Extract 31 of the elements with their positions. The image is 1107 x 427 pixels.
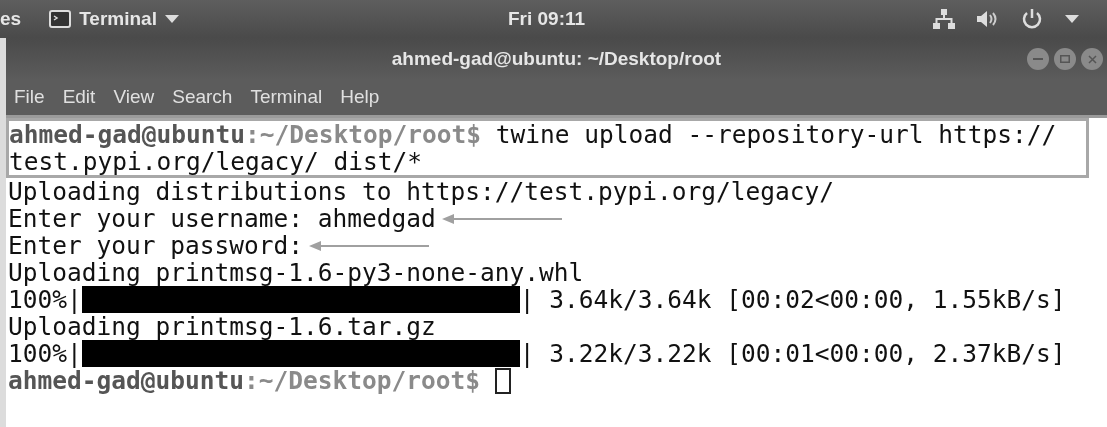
output-line: test.pypi.org/legacy/ dist/* — [9, 148, 422, 175]
prompt-line: ahmed-gad@ubuntu:~/Desktop/root$ — [8, 367, 481, 394]
window-title: ahmed-gad@ubuntu: ~/Desktop/root — [391, 46, 722, 71]
menu-item[interactable]: File — [14, 83, 45, 112]
power-icon[interactable] — [1021, 8, 1043, 30]
progress-stats: | 3.22k/3.22k [00:01<00:00, 2.37kB/s] — [519, 340, 1066, 367]
app-menu[interactable]: Terminal — [49, 4, 179, 34]
caret-icon — [164, 15, 179, 23]
menu-item[interactable]: Terminal — [250, 83, 323, 112]
progress-percent: 100%| — [8, 340, 82, 367]
menu-item[interactable]: Edit — [62, 83, 96, 112]
output-line: Enter your password: — [8, 232, 303, 259]
output-line: Uploading distributions to https://test.pypi.org/legacy/ — [8, 178, 834, 205]
prompt-line: ahmed-gad@ubuntu:~/Desktop/root$ twine upload --repository-url https:// — [9, 121, 1057, 148]
network-icon[interactable] — [933, 9, 955, 29]
terminal-icon — [49, 10, 72, 28]
progress-stats: | 3.64k/3.64k [00:02<00:00, 1.55kB/s] — [519, 286, 1066, 313]
menu-item[interactable]: Help — [340, 83, 380, 112]
output-line: Uploading printmsg-1.6-py3-none-any.whl — [8, 259, 584, 286]
output-line: Enter your username: ahmedgad — [8, 205, 436, 232]
minimize-icon — [1033, 58, 1043, 60]
volume-icon[interactable] — [977, 10, 999, 28]
output-line: Uploading printmsg-1.6.tar.gz — [8, 313, 436, 340]
clock[interactable]: Fri 09:11 — [508, 4, 586, 34]
maximize-icon — [1060, 55, 1070, 63]
caret-icon[interactable] — [1065, 15, 1079, 23]
activities-label[interactable]: es — [0, 4, 22, 34]
progress-percent: 100%| — [8, 286, 82, 313]
menu-item[interactable]: Search — [172, 83, 233, 112]
menu-item[interactable]: View — [113, 83, 155, 112]
close-icon — [1087, 54, 1097, 64]
